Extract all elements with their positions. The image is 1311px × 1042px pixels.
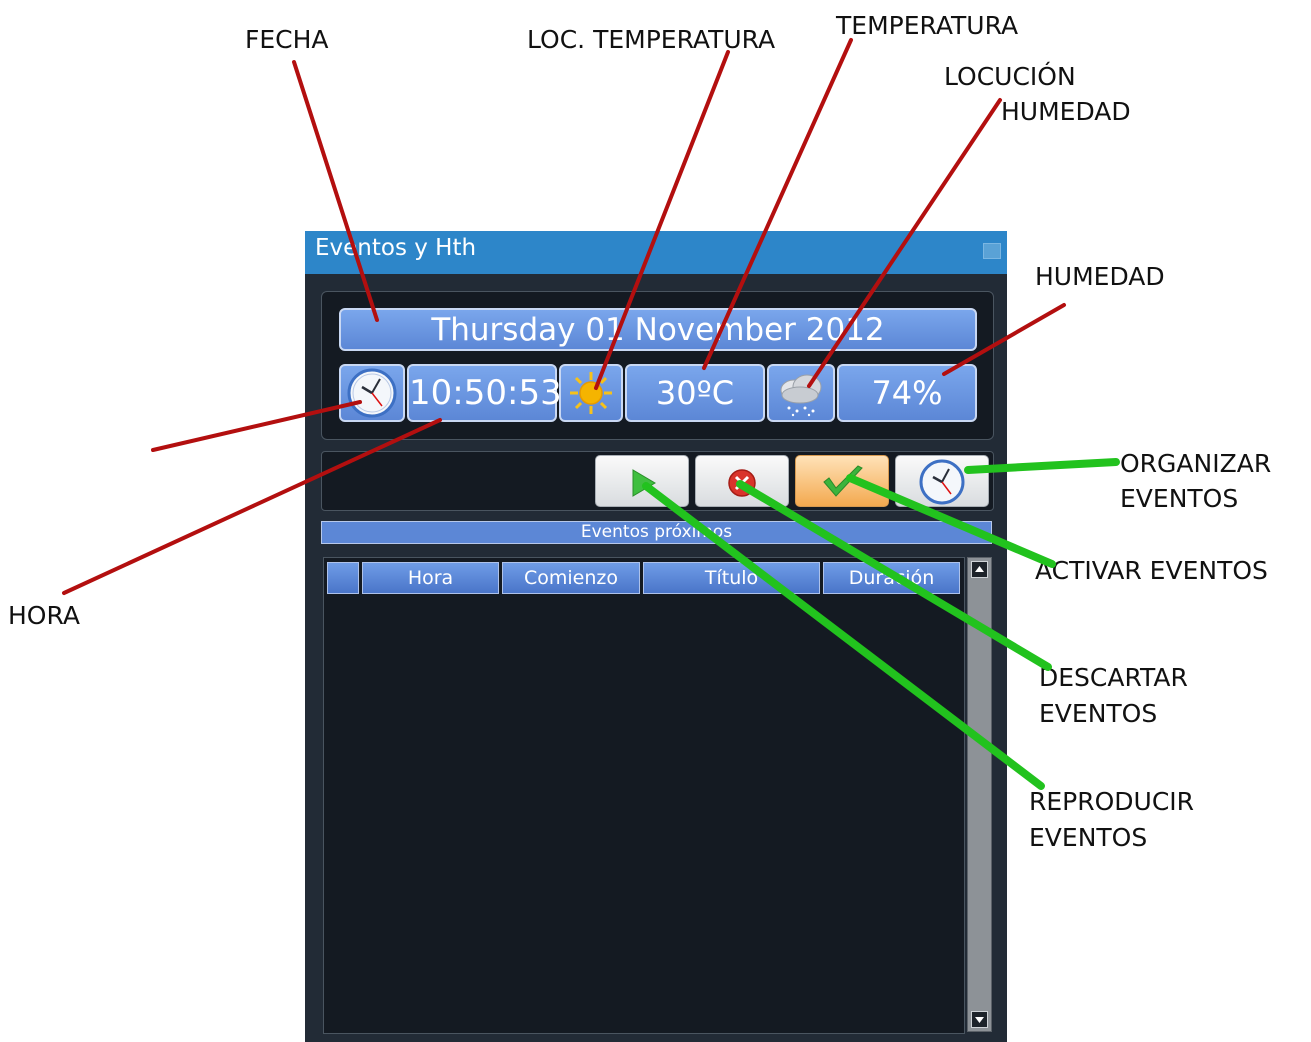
annotation-hora: HORA	[8, 601, 80, 630]
events-window: Eventos y Hth Thursday 01 November 2012 …	[305, 231, 1007, 1042]
scroll-up-button[interactable]	[971, 561, 988, 578]
annotation-activar-eventos: ACTIVAR EVENTOS	[1035, 556, 1268, 585]
checkmark-icon	[823, 465, 863, 497]
play-events-button[interactable]	[595, 455, 689, 507]
clock-cell	[339, 364, 405, 422]
clock-icon	[919, 459, 965, 505]
sun-icon	[570, 372, 612, 414]
arrow-down-icon	[975, 1017, 984, 1023]
column-header-duracion[interactable]: Duración	[823, 562, 960, 594]
window-menu-button[interactable]	[983, 243, 1001, 259]
annotation-reproducir: REPRODUCIR	[1029, 787, 1195, 816]
annotation-humedad-locucion: HUMEDAD	[1001, 97, 1131, 126]
annotation-descartar: DESCARTAR	[1039, 663, 1188, 692]
cloud-cell[interactable]	[767, 364, 835, 422]
close-circle-icon	[728, 469, 756, 497]
info-panel: Thursday 01 November 2012 10:50:53 30ºC …	[321, 291, 994, 440]
annotation-organizar: ORGANIZAR	[1120, 449, 1272, 478]
toolbar	[321, 451, 994, 511]
title-bar[interactable]: Eventos y Hth	[305, 231, 1007, 274]
clock-icon	[347, 368, 397, 418]
column-header-hora[interactable]: Hora	[362, 562, 499, 594]
annotation-temperatura: TEMPERATURA	[836, 11, 1019, 40]
column-header-titulo[interactable]: Título	[643, 562, 820, 594]
scroll-down-button[interactable]	[971, 1011, 988, 1028]
annotation-locucion: LOCUCIÓN	[944, 62, 1076, 91]
cloud-rain-icon	[780, 374, 822, 417]
discard-events-button[interactable]	[695, 455, 789, 507]
events-table: Hora Comienzo Título Duración	[323, 557, 965, 1034]
arrow-up-icon	[975, 566, 984, 572]
events-header: Eventos próximos	[321, 521, 992, 544]
activate-events-button[interactable]	[795, 455, 889, 507]
time-display: 10:50:53	[407, 364, 562, 422]
humidity-display: 74%	[837, 364, 977, 422]
vertical-scrollbar[interactable]	[967, 557, 992, 1032]
column-header-select[interactable]	[327, 562, 359, 594]
play-icon	[632, 469, 656, 497]
window-title: Eventos y Hth	[315, 235, 477, 261]
temperature-display: 30ºC	[625, 364, 765, 422]
annotation-fecha: FECHA	[245, 25, 329, 54]
column-header-comienzo[interactable]: Comienzo	[502, 562, 640, 594]
date-display: Thursday 01 November 2012	[339, 308, 977, 351]
organize-events-button[interactable]	[895, 455, 989, 507]
annotation-reproducir-eventos: EVENTOS	[1029, 823, 1148, 852]
annotation-descartar-eventos: EVENTOS	[1039, 699, 1158, 728]
annotation-organizar-eventos: EVENTOS	[1120, 484, 1239, 513]
annotation-loc-temperatura: LOC. TEMPERATURA	[527, 25, 776, 54]
annotation-humedad: HUMEDAD	[1035, 262, 1165, 291]
sun-cell[interactable]	[559, 364, 623, 422]
